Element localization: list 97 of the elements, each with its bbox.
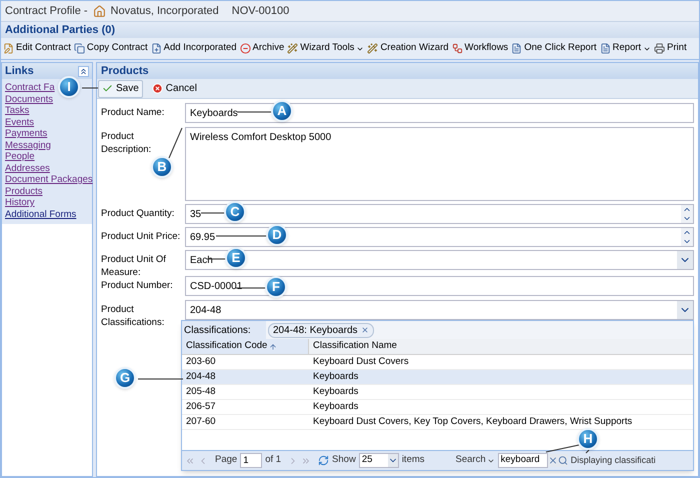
paging-status: Displaying classificati — [570, 454, 656, 467]
toolbar-button[interactable]: Creation Wizard — [367, 41, 449, 56]
contract-id: NOV-00100 — [232, 4, 290, 19]
toolbar-button[interactable]: Wizard Tools — [287, 41, 364, 56]
table-row[interactable]: 206-57 Keyboards — [182, 400, 693, 415]
table-row[interactable]: 204-48 Keyboards — [182, 370, 693, 385]
check-icon — [102, 83, 113, 94]
field-label: Product Description: — [101, 130, 152, 156]
field-label: Product Unit Of Measure: — [101, 253, 167, 279]
toolbar-button[interactable]: Report — [600, 41, 652, 56]
table-cell-text: 207-60 — [186, 414, 216, 429]
title-prefix: Contract Profile - — [5, 4, 88, 19]
products-title: Products — [101, 64, 149, 79]
search-field[interactable]: keyboard — [498, 453, 548, 468]
edit-icon — [3, 43, 14, 54]
search-icon[interactable] — [558, 454, 568, 467]
classifications-label: Classifications: — [182, 321, 266, 339]
toolbar-button[interactable]: Edit Contract — [3, 41, 71, 56]
spinner-icon[interactable] — [681, 228, 693, 246]
document-add-icon — [150, 43, 162, 54]
collapse-icon[interactable] — [78, 66, 89, 76]
refresh-icon[interactable] — [318, 455, 330, 466]
cancel-button[interactable]: Cancel — [148, 80, 200, 98]
sort-icon — [269, 342, 278, 350]
minus-circle-icon — [240, 43, 251, 54]
cancel-icon — [152, 83, 163, 94]
table-cell-text: Keyboard Dust Covers, Key Top Covers, Keyboard Drawers, Wrist Supports — [313, 414, 632, 429]
workflow-icon — [452, 43, 463, 54]
table-row[interactable]: 207-60 Keyboard Dust Covers, Key Top Covers, Keyboard Drawers, Wrist Supports — [182, 415, 693, 430]
links-title: Links — [5, 64, 34, 79]
field-label: Product Name: — [101, 106, 164, 119]
sidebar-link[interactable]: Addresses — [5, 162, 50, 174]
sidebar-link[interactable]: Events — [5, 116, 34, 128]
report-icon — [511, 43, 522, 54]
sidebar-link[interactable]: Documents — [5, 94, 54, 105]
page-size-select[interactable]: 25 — [358, 453, 399, 468]
toolbar-button[interactable]: Archive — [240, 41, 284, 56]
additional-parties-heading[interactable]: Additional Parties (0) — [5, 22, 116, 38]
home-icon — [92, 4, 106, 18]
sidebar-link[interactable]: History — [5, 197, 35, 208]
save-button[interactable]: Save — [98, 80, 143, 98]
table-cell-text: 205-48 — [186, 384, 216, 399]
field-label: Product Unit Price: — [101, 230, 180, 243]
classification-tag[interactable]: 204-48: Keyboards — [268, 322, 374, 338]
items-label: items — [402, 453, 425, 468]
field-label: Product Classifications: — [101, 303, 166, 329]
remove-icon[interactable] — [360, 326, 369, 334]
sidebar-link[interactable]: People — [5, 151, 35, 162]
sidebar-link[interactable]: Payments — [5, 128, 48, 140]
sidebar-link[interactable]: Additional Forms — [5, 208, 76, 220]
sidebar-link[interactable]: Messaging — [5, 140, 51, 151]
toolbar-button[interactable]: One Click Report — [511, 41, 597, 56]
leader-line — [168, 128, 182, 158]
show-label: Show — [332, 453, 356, 468]
page-label: Page — [215, 453, 238, 468]
wand-icon — [287, 43, 298, 54]
table-cell-text: 203-60 — [186, 354, 216, 369]
table-cell-text: Keyboard Dust Covers — [313, 354, 409, 369]
column-header[interactable]: Classification Name — [309, 339, 693, 354]
table-cell-text: Keyboards — [313, 370, 358, 384]
wand-icon — [367, 43, 378, 54]
table-cell-text: Keyboards — [313, 400, 358, 414]
leader-line — [206, 258, 226, 260]
copy-icon — [74, 43, 85, 54]
sidebar-link[interactable]: Document Packages — [5, 174, 93, 186]
dropdown-icon[interactable] — [677, 301, 693, 319]
sidebar-link[interactable]: Contract Fa — [5, 82, 55, 94]
table-row[interactable]: 205-48 Keyboards — [182, 385, 693, 400]
toolbar-button[interactable]: Print — [654, 41, 687, 56]
spinner-icon[interactable] — [681, 205, 693, 223]
table-cell-text: Keyboards — [313, 384, 358, 399]
company-name: Novatus, Incorporated — [110, 4, 219, 19]
field-label: Product Quantity: — [101, 207, 174, 220]
table-row[interactable]: 203-60 Keyboard Dust Covers — [182, 355, 693, 370]
combo-field[interactable]: 204-48 — [185, 300, 694, 320]
leader-line — [546, 444, 580, 452]
table-cell-text: 204-48 — [186, 370, 216, 384]
leader-line — [200, 212, 226, 214]
text-area[interactable]: Wireless Comfort Desktop 5000 — [185, 127, 694, 201]
report-icon — [600, 43, 611, 54]
table-cell-text: 206-57 — [186, 400, 216, 414]
leader-line — [138, 378, 184, 380]
clear-icon[interactable] — [548, 454, 558, 467]
leader-line — [586, 450, 590, 454]
toolbar-button[interactable]: Add Incorporated — [150, 41, 237, 56]
sidebar-link[interactable]: Tasks — [5, 105, 30, 116]
toolbar-button[interactable]: Copy Contract — [74, 41, 148, 56]
dropdown-icon — [388, 454, 398, 467]
toolbar-button[interactable]: Workflows — [452, 41, 508, 56]
sidebar-link[interactable]: Products — [5, 186, 42, 197]
dropdown-icon[interactable] — [677, 251, 693, 269]
field-label: Product Number: — [101, 279, 173, 292]
search-menu-button[interactable]: Search — [456, 453, 495, 468]
print-icon — [654, 43, 666, 54]
page-field[interactable]: 1 — [240, 453, 262, 468]
page-count: of 1 — [265, 453, 282, 468]
column-header[interactable]: Classification Code — [182, 339, 309, 354]
